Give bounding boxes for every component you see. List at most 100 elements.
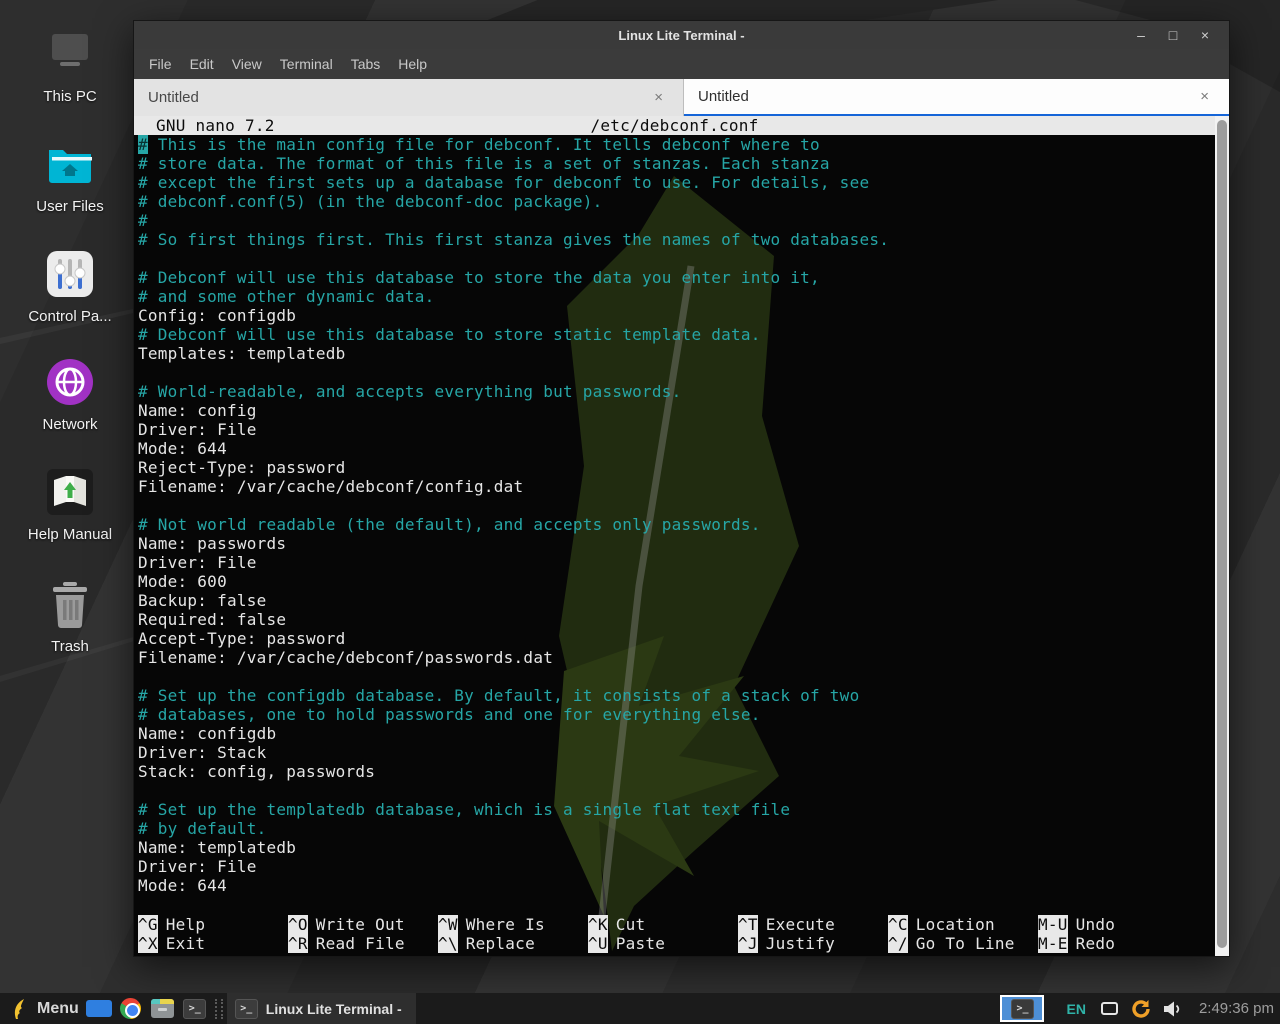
shortcut-justify: ^JJustify <box>738 934 888 953</box>
volume-control[interactable] <box>1160 997 1186 1021</box>
shortcut-where-is: ^WWhere Is <box>438 915 588 934</box>
start-menu-button[interactable]: Menu <box>6 995 83 1023</box>
manual-book-icon <box>44 466 96 518</box>
shortcut-undo: M-UUndo <box>1038 915 1188 934</box>
shortcut-label: Location <box>916 915 995 934</box>
computer-icon <box>44 28 96 80</box>
nano-line <box>134 667 1215 686</box>
nano-line: # Debconf will use this database to stor… <box>134 325 1215 344</box>
tab-close-icon[interactable]: × <box>648 87 669 108</box>
file-manager-icon <box>151 999 174 1018</box>
shortcut-key: ^R <box>288 934 308 953</box>
nano-line: # World-readable, and accepts everything… <box>134 382 1215 401</box>
tray-clipboard-icon[interactable] <box>1101 1002 1118 1015</box>
taskbar: Menu >_ >_ Linux Lite Terminal - >_ EN 2… <box>0 993 1280 1024</box>
nano-line: Name: config <box>134 401 1215 420</box>
menu-item-terminal[interactable]: Terminal <box>271 52 342 76</box>
shortcut-key: ^K <box>588 915 608 934</box>
titlebar[interactable]: Linux Lite Terminal - – □ × <box>134 21 1229 49</box>
tab-close-icon[interactable]: × <box>1194 86 1215 107</box>
terminal-launcher[interactable]: >_ <box>182 997 208 1021</box>
nano-line <box>134 781 1215 800</box>
desktop-icon-trash[interactable]: Trash <box>8 578 132 655</box>
terminal[interactable]: GNU nano 7.2 /etc/debconf.conf # This is… <box>134 116 1229 956</box>
panel-grip[interactable] <box>215 999 223 1019</box>
nano-line <box>134 496 1215 515</box>
nano-line: Name: passwords <box>134 534 1215 553</box>
minimize-button[interactable]: – <box>1129 24 1153 46</box>
menubar: FileEditViewTerminalTabsHelp <box>134 49 1229 79</box>
nano-line: Filename: /var/cache/debconf/config.dat <box>134 477 1215 496</box>
shortcut-label: Replace <box>466 934 535 953</box>
desktop-icon-this-pc[interactable]: This PC <box>8 28 132 105</box>
menu-item-view[interactable]: View <box>223 52 271 76</box>
nano-line: # Debconf will use this database to stor… <box>134 268 1215 287</box>
maximize-button[interactable]: □ <box>1161 24 1185 46</box>
workspace-switcher[interactable] <box>86 997 112 1021</box>
task-button-terminal[interactable]: >_ Linux Lite Terminal - <box>227 993 416 1024</box>
menu-item-tabs[interactable]: Tabs <box>342 52 390 76</box>
nano-editor: GNU nano 7.2 /etc/debconf.conf # This is… <box>134 116 1215 956</box>
tab-untitled-1[interactable]: Untitled × <box>134 79 684 116</box>
shortcut-label: Paste <box>616 934 665 953</box>
desktop-icon-user-files[interactable]: User Files <box>8 138 132 215</box>
terminal-icon: >_ <box>235 999 258 1019</box>
shortcut-execute: ^T Execute <box>738 915 888 934</box>
menu-item-edit[interactable]: Edit <box>181 52 223 76</box>
shortcut-key: ^J <box>738 934 758 953</box>
shortcut-label: Write Out <box>316 915 405 934</box>
speaker-icon <box>1163 1001 1183 1017</box>
file-manager-launcher[interactable] <box>150 997 176 1021</box>
shortcut-write-out: ^O Write Out <box>288 915 438 934</box>
menu-item-help[interactable]: Help <box>389 52 436 76</box>
shortcut-key: ^T <box>738 915 758 934</box>
nano-line: # Not world readable (the default), and … <box>134 515 1215 534</box>
terminal-window: Linux Lite Terminal - – □ × FileEditView… <box>133 20 1230 957</box>
tab-untitled-2[interactable]: Untitled × <box>684 79 1229 116</box>
nano-line: Mode: 644 <box>134 439 1215 458</box>
shortcut-exit: ^XExit <box>138 934 288 953</box>
nano-line: Templates: templatedb <box>134 344 1215 363</box>
clock[interactable]: 2:49:36 pm <box>1199 1000 1274 1017</box>
globe-icon <box>44 356 96 408</box>
nano-line: Driver: Stack <box>134 743 1215 762</box>
nano-line: Driver: File <box>134 420 1215 439</box>
nano-line: # except the first sets up a database fo… <box>134 173 1215 192</box>
shortcut-key: ^O <box>288 915 308 934</box>
shortcut-key: ^C <box>888 915 908 934</box>
scrollbar[interactable] <box>1215 116 1229 956</box>
tray-terminal-icon[interactable]: >_ <box>1000 995 1044 1022</box>
nano-line: Mode: 644 <box>134 876 1215 895</box>
shortcut-label: Go To Line <box>916 934 1015 953</box>
nano-line: Required: false <box>134 610 1215 629</box>
close-button[interactable]: × <box>1193 24 1217 46</box>
nano-line <box>134 249 1215 268</box>
scrollbar-thumb[interactable] <box>1217 120 1227 948</box>
tabbar: Untitled × Untitled × <box>134 79 1229 116</box>
update-refresh-icon <box>1130 998 1152 1020</box>
desktop-icon-control-panel[interactable]: Control Pa... <box>8 248 132 325</box>
nano-line: # store data. The format of this file is… <box>134 154 1215 173</box>
nano-line: Driver: File <box>134 553 1215 572</box>
update-notifier[interactable] <box>1128 997 1154 1021</box>
desktop-icon-network[interactable]: Network <box>8 356 132 433</box>
shortcut-help: ^GHelp <box>138 915 288 934</box>
nano-line: Reject-Type: password <box>134 458 1215 477</box>
shortcut-label: Execute <box>766 915 835 934</box>
menu-item-file[interactable]: File <box>140 52 181 76</box>
text-cursor: # <box>138 135 148 154</box>
window-title: Linux Lite Terminal - <box>134 28 1229 43</box>
desktop-icon-label: User Files <box>8 198 132 215</box>
nano-filename: /etc/debconf.conf <box>134 116 1215 135</box>
desktop-icon-label: Control Pa... <box>8 308 132 325</box>
nano-version: GNU nano 7.2 <box>156 116 275 135</box>
language-indicator[interactable]: EN <box>1066 1001 1085 1017</box>
nano-line: Stack: config, passwords <box>134 762 1215 781</box>
chrome-launcher[interactable] <box>118 997 144 1021</box>
desktop-icon-label: Help Manual <box>8 526 132 543</box>
nano-line: # by default. <box>134 819 1215 838</box>
menu-label: Menu <box>37 1000 79 1018</box>
nano-line: # So first things first. This first stan… <box>134 230 1215 249</box>
nano-line: # Set up the templatedb database, which … <box>134 800 1215 819</box>
desktop-icon-help-manual[interactable]: Help Manual <box>8 466 132 543</box>
